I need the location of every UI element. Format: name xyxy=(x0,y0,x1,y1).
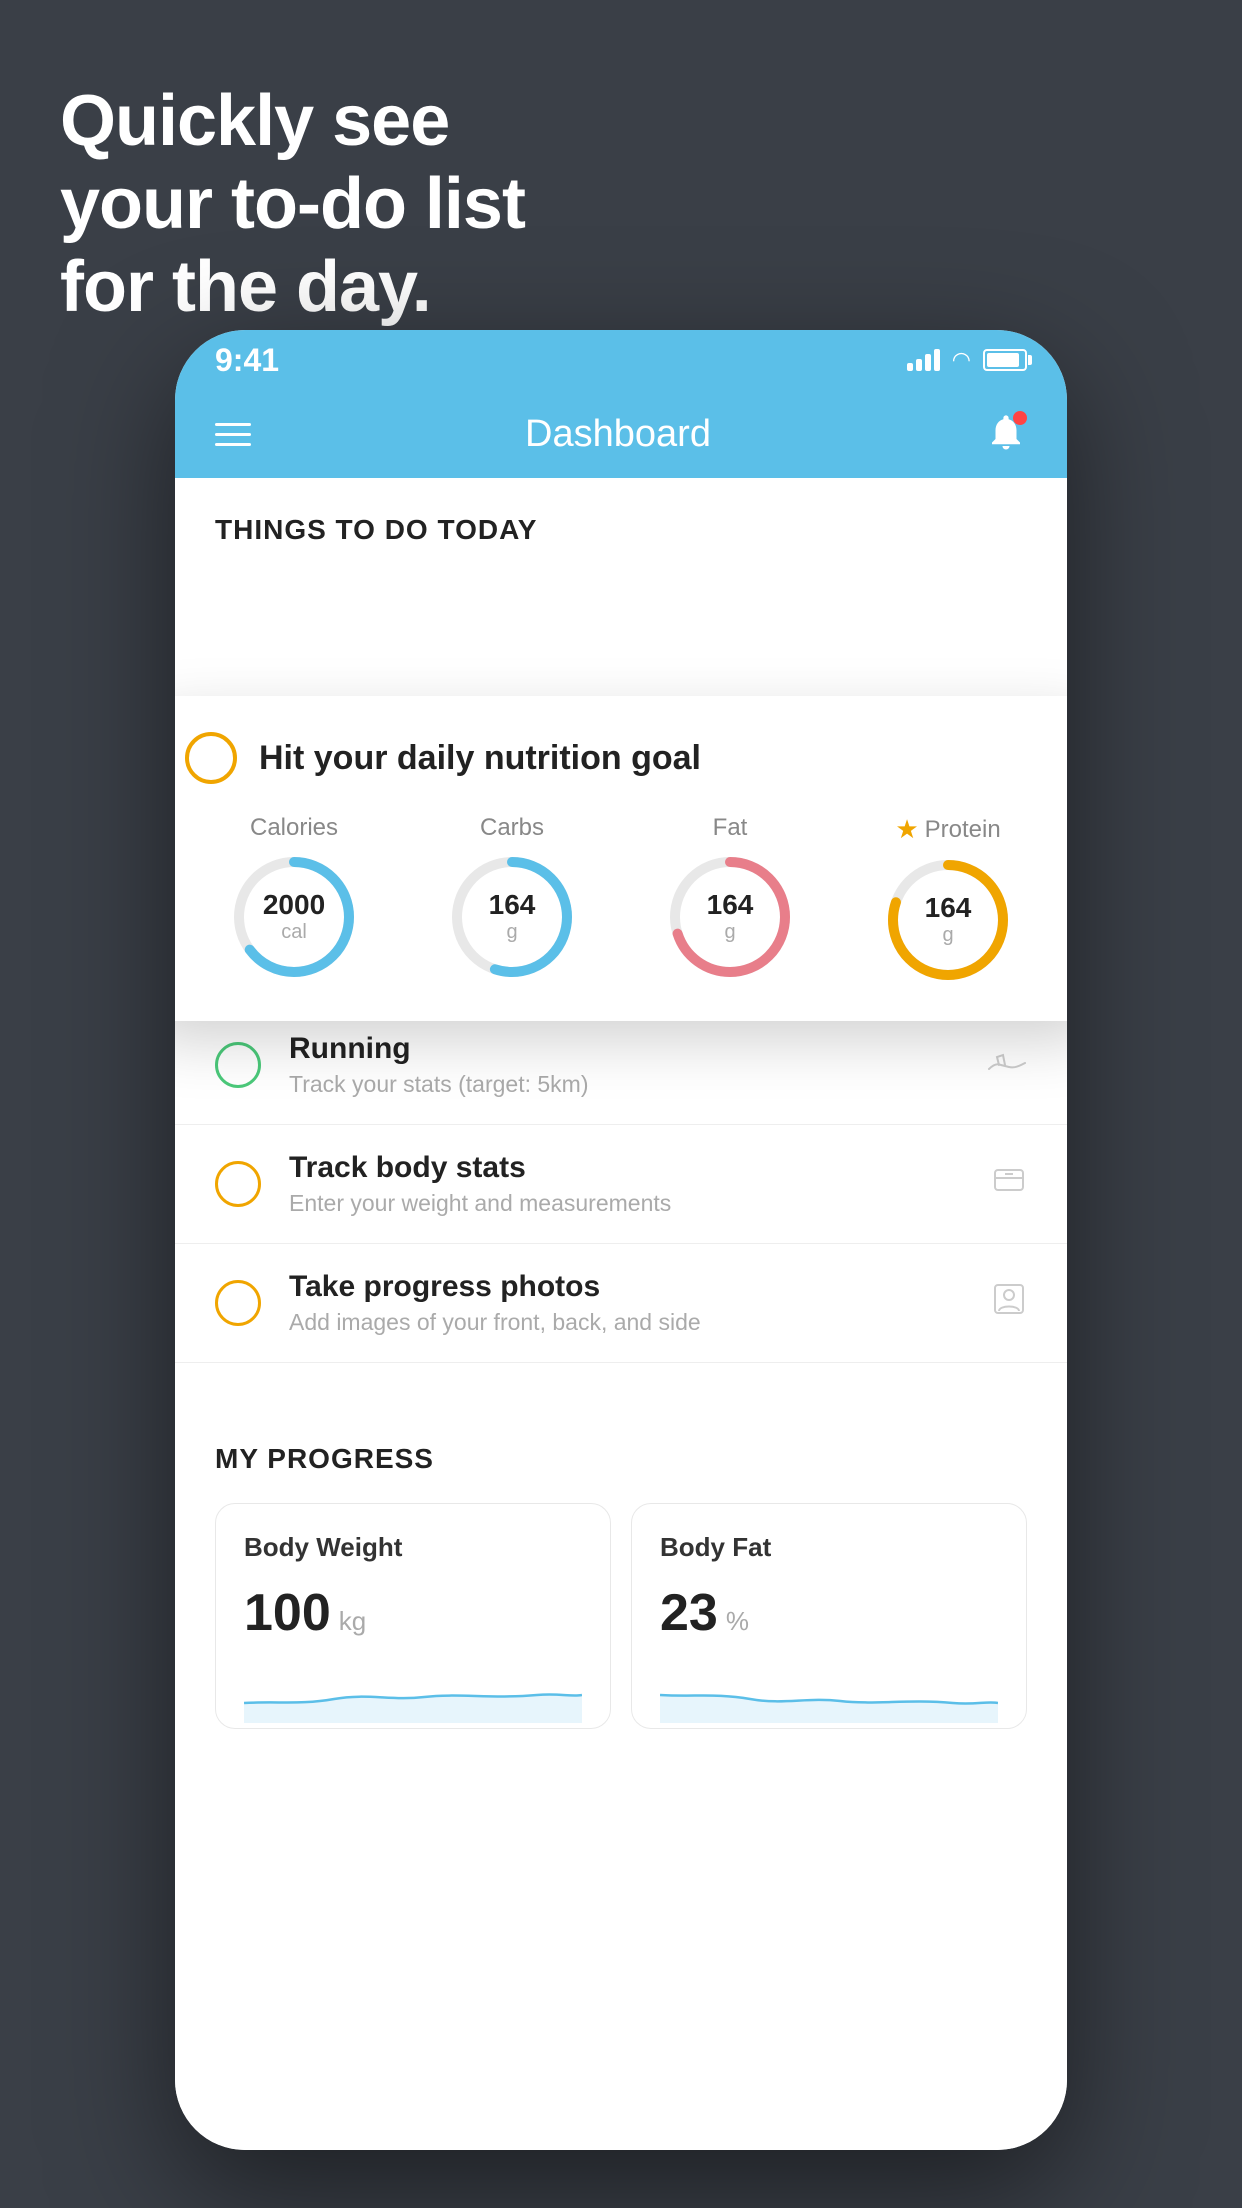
nutrition-card-title: Hit your daily nutrition goal xyxy=(259,739,701,778)
wifi-icon: ◠ xyxy=(952,347,971,373)
todo-title-running: Running xyxy=(289,1032,959,1066)
fat-value: 164 xyxy=(707,890,754,921)
body-weight-value-row: 100 kg xyxy=(244,1583,582,1643)
body-fat-value: 23 xyxy=(660,1583,718,1643)
progress-cards: Body Weight 100 kg Body Fat 23 % xyxy=(215,1503,1027,1729)
person-icon xyxy=(991,1281,1027,1326)
nutrition-circles: Calories 2000 cal xyxy=(185,814,1057,985)
todo-subtitle-photos: Add images of your front, back, and side xyxy=(289,1309,963,1336)
nutrition-carbs: Carbs 164 g xyxy=(447,814,577,982)
headline: Quickly see your to-do list for the day. xyxy=(60,80,525,328)
todo-item-photos[interactable]: Take progress photos Add images of your … xyxy=(175,1244,1067,1363)
todo-checkbox-body-stats[interactable] xyxy=(215,1161,261,1207)
body-fat-value-row: 23 % xyxy=(660,1583,998,1643)
carbs-unit: g xyxy=(489,921,536,944)
section-header: THINGS TO DO TODAY xyxy=(175,478,1067,566)
carbs-label: Carbs xyxy=(480,814,544,842)
nutrition-fat: Fat 164 g xyxy=(665,814,795,982)
todo-item-running[interactable]: Running Track your stats (target: 5km) xyxy=(175,1006,1067,1125)
star-icon: ★ xyxy=(895,814,918,845)
todo-item-body-stats[interactable]: Track body stats Enter your weight and m… xyxy=(175,1125,1067,1244)
body-fat-unit: % xyxy=(726,1606,749,1637)
signal-icon xyxy=(907,349,940,371)
body-fat-sparkline xyxy=(660,1663,998,1723)
card-header: Hit your daily nutrition goal xyxy=(185,732,1057,784)
calories-label: Calories xyxy=(250,814,338,842)
notification-button[interactable] xyxy=(985,411,1027,457)
carbs-value: 164 xyxy=(489,890,536,921)
todo-title-photos: Take progress photos xyxy=(289,1270,963,1304)
todo-checkbox-photos[interactable] xyxy=(215,1280,261,1326)
task-checkbox[interactable] xyxy=(185,732,237,784)
calories-value: 2000 xyxy=(263,890,325,921)
status-icons: ◠ xyxy=(907,347,1027,373)
todo-text-photos: Take progress photos Add images of your … xyxy=(289,1270,963,1336)
battery-icon xyxy=(983,349,1027,371)
carbs-donut: 164 g xyxy=(447,852,577,982)
menu-button[interactable] xyxy=(215,423,251,446)
headline-line1: Quickly see xyxy=(60,80,525,163)
todo-list: Running Track your stats (target: 5km) T… xyxy=(175,1006,1067,1363)
todo-checkbox-running[interactable] xyxy=(215,1042,261,1088)
notification-badge xyxy=(1013,411,1027,425)
fat-unit: g xyxy=(707,921,754,944)
protein-label-row: ★ Protein xyxy=(895,814,1000,845)
status-bar: 9:41 ◠ xyxy=(175,330,1067,390)
section-title: THINGS TO DO TODAY xyxy=(215,514,537,545)
protein-donut: 164 g xyxy=(883,855,1013,985)
nav-title: Dashboard xyxy=(525,413,711,456)
todo-subtitle-running: Track your stats (target: 5km) xyxy=(289,1071,959,1098)
phone-frame: 9:41 ◠ Dashboard THINGS TO DO TODAY xyxy=(175,330,1067,2150)
protein-value: 164 xyxy=(925,893,972,924)
calories-donut: 2000 cal xyxy=(229,852,359,982)
nav-bar: Dashboard xyxy=(175,390,1067,478)
body-fat-card: Body Fat 23 % xyxy=(631,1503,1027,1729)
body-weight-card: Body Weight 100 kg xyxy=(215,1503,611,1729)
todo-title-body-stats: Track body stats xyxy=(289,1151,963,1185)
headline-line3: for the day. xyxy=(60,246,525,329)
body-weight-sparkline xyxy=(244,1663,582,1723)
protein-unit: g xyxy=(925,924,972,947)
todo-text-body-stats: Track body stats Enter your weight and m… xyxy=(289,1151,963,1217)
nutrition-calories: Calories 2000 cal xyxy=(229,814,359,982)
progress-section: MY PROGRESS Body Weight 100 kg xyxy=(175,1403,1067,1769)
fat-donut: 164 g xyxy=(665,852,795,982)
todo-text-running: Running Track your stats (target: 5km) xyxy=(289,1032,959,1098)
headline-line2: your to-do list xyxy=(60,163,525,246)
todo-subtitle-body-stats: Enter your weight and measurements xyxy=(289,1190,963,1217)
shoe-icon xyxy=(987,1044,1027,1086)
body-fat-title: Body Fat xyxy=(660,1532,998,1563)
body-weight-value: 100 xyxy=(244,1583,331,1643)
status-time: 9:41 xyxy=(215,342,279,379)
body-weight-title: Body Weight xyxy=(244,1532,582,1563)
scale-icon xyxy=(991,1162,1027,1207)
fat-label: Fat xyxy=(713,814,748,842)
body-weight-unit: kg xyxy=(339,1606,366,1637)
protein-label: Protein xyxy=(925,816,1001,844)
app-content: THINGS TO DO TODAY Hit your daily nutrit… xyxy=(175,478,1067,2150)
calories-unit: cal xyxy=(263,921,325,944)
nutrition-card: Hit your daily nutrition goal Calories xyxy=(175,696,1067,1021)
nutrition-protein: ★ Protein 164 g xyxy=(883,814,1013,985)
progress-title: MY PROGRESS xyxy=(215,1443,1027,1475)
